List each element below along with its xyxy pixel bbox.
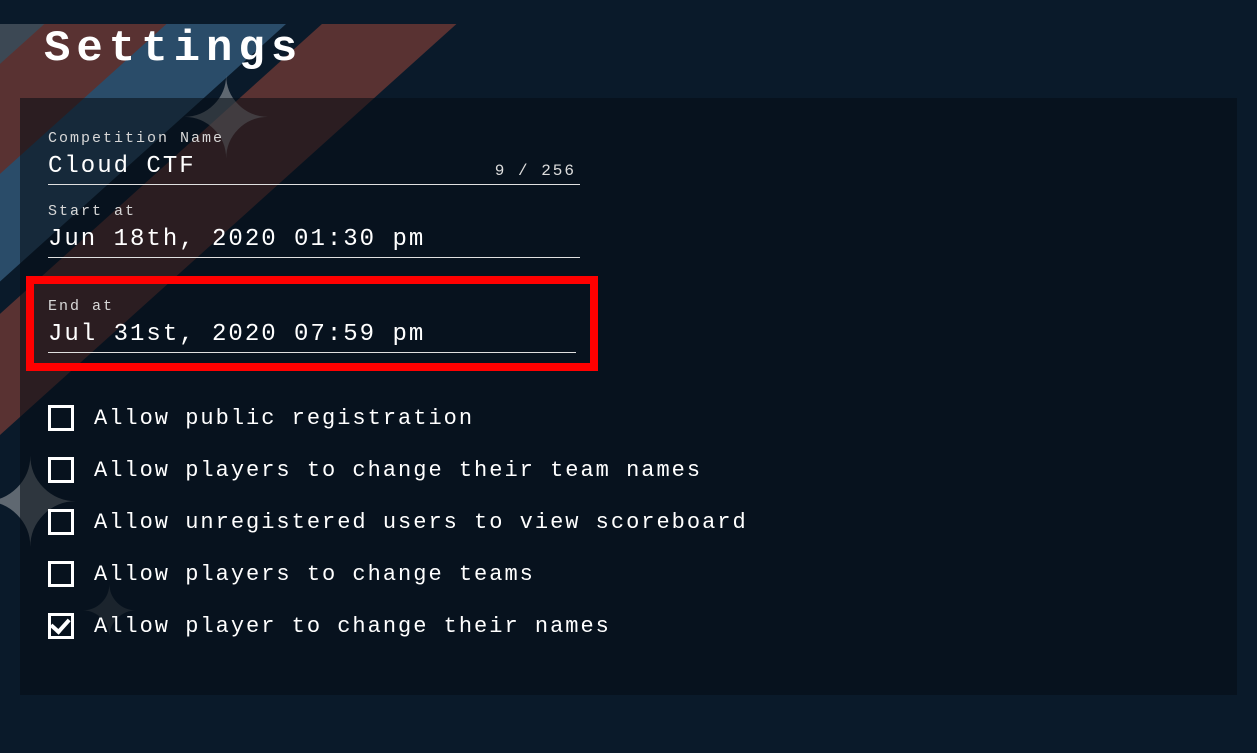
checkbox-label[interactable]: Allow players to change their team names	[94, 458, 702, 483]
checkbox-row-change-teams: Allow players to change teams	[48, 561, 1197, 587]
start-at-input[interactable]: Jun 18th, 2020 01:30 pm	[48, 226, 580, 253]
checkbox-unregistered-scoreboard[interactable]	[48, 509, 74, 535]
checkbox-label[interactable]: Allow unregistered users to view scorebo…	[94, 510, 748, 535]
competition-name-field: Competition Name Cloud CTF 9 / 256	[48, 130, 1197, 185]
checkbox-change-team-names[interactable]	[48, 457, 74, 483]
checkbox-change-names[interactable]	[48, 613, 74, 639]
end-at-label: End at	[48, 298, 576, 315]
competition-name-counter: 9 / 256	[495, 162, 580, 180]
checkbox-label[interactable]: Allow public registration	[94, 406, 474, 431]
checkbox-row-unregistered-scoreboard: Allow unregistered users to view scorebo…	[48, 509, 1197, 535]
page-title: Settings	[44, 24, 1257, 74]
competition-name-input[interactable]: Cloud CTF	[48, 153, 495, 180]
checkbox-public-registration[interactable]	[48, 405, 74, 431]
checkbox-row-change-team-names: Allow players to change their team names	[48, 457, 1197, 483]
start-at-label: Start at	[48, 203, 1197, 220]
end-at-field: End at Jul 31st, 2020 07:59 pm	[48, 298, 576, 353]
competition-name-label: Competition Name	[48, 130, 1197, 147]
checkbox-change-teams[interactable]	[48, 561, 74, 587]
settings-panel: Competition Name Cloud CTF 9 / 256 Start…	[20, 98, 1237, 695]
checkbox-label[interactable]: Allow players to change teams	[94, 562, 535, 587]
checkbox-label[interactable]: Allow player to change their names	[94, 614, 611, 639]
end-at-input[interactable]: Jul 31st, 2020 07:59 pm	[48, 321, 576, 348]
end-at-highlight: End at Jul 31st, 2020 07:59 pm	[26, 276, 598, 371]
checkbox-row-change-names: Allow player to change their names	[48, 613, 1197, 639]
start-at-field: Start at Jun 18th, 2020 01:30 pm	[48, 203, 1197, 258]
checkbox-row-public-registration: Allow public registration	[48, 405, 1197, 431]
